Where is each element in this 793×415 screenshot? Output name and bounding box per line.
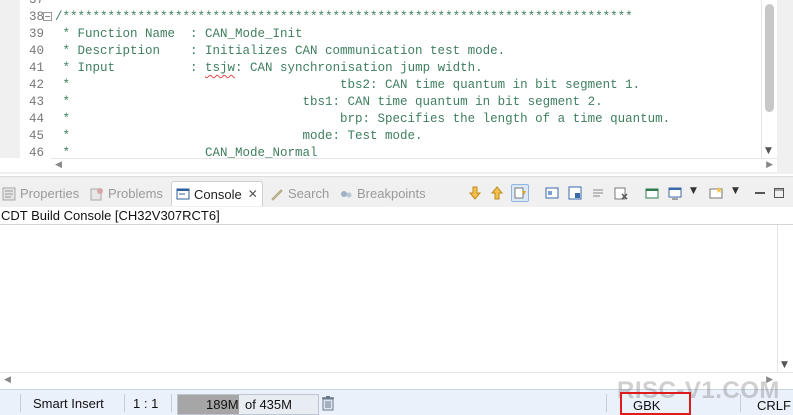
pin-console-icon[interactable] (543, 184, 561, 202)
console-icon (176, 187, 190, 201)
properties-icon (2, 187, 16, 201)
breakpoints-icon (339, 187, 353, 201)
problems-icon (90, 187, 104, 201)
heap-used-label: 189M (206, 397, 239, 412)
clear-console-icon[interactable] (566, 184, 584, 202)
line-number-ruler: 37 38 39 40 41 42 43 44 45 46 (20, 0, 50, 158)
line-number: 41 (28, 61, 44, 75)
code-line: * Description : Initializes CAN communic… (55, 44, 506, 58)
divider (20, 394, 21, 412)
tab-breakpoints[interactable]: Breakpoints (339, 181, 426, 206)
divider (124, 394, 125, 412)
tab-label: Properties (20, 186, 80, 201)
line-number: 45 (28, 129, 44, 143)
new-console-icon[interactable] (707, 184, 725, 202)
console-vertical-scrollbar[interactable]: ▼ (777, 225, 793, 372)
line-number: 40 (28, 44, 44, 58)
scroll-right-arrow-icon[interactable]: ▶ (766, 160, 773, 170)
line-number: 43 (28, 95, 44, 109)
remove-launch-icon[interactable] (612, 184, 630, 202)
display-console-icon[interactable] (666, 184, 684, 202)
previous-output-icon[interactable] (488, 184, 506, 202)
trash-icon (321, 395, 335, 414)
display-console-dropdown-icon[interactable]: ▼ (690, 186, 697, 196)
divider (606, 394, 607, 412)
maximize-icon[interactable] (770, 184, 788, 202)
new-console-dropdown-icon[interactable]: ▼ (732, 186, 739, 196)
spelling-error-word[interactable]: tsjw (205, 61, 235, 75)
tab-problems[interactable]: Problems (90, 181, 163, 206)
code-line: * tbs1: CAN time quantum in bit segment … (55, 95, 603, 109)
code-editor[interactable]: 37 38 39 40 41 42 43 44 45 46 − /*******… (0, 0, 793, 174)
code-line: * brp: Specifies the length of a time qu… (55, 112, 671, 126)
scrollbar-thumb[interactable] (765, 4, 774, 112)
code-text-area[interactable]: /***************************************… (51, 0, 761, 158)
tab-label: Breakpoints (357, 186, 426, 201)
insert-mode-indicator: Smart Insert (33, 396, 104, 411)
cursor-position: 1 : 1 (133, 396, 159, 411)
next-output-icon[interactable] (466, 184, 484, 202)
line-number: 37 (28, 0, 44, 7)
tab-properties[interactable]: Properties (2, 181, 79, 206)
line-number: 42 (28, 78, 44, 92)
scroll-down-arrow-icon[interactable]: ▼ (765, 146, 772, 156)
scroll-left-arrow-icon[interactable]: ◀ (4, 375, 11, 385)
scroll-lock-icon[interactable] (511, 184, 529, 202)
editor-vertical-scrollbar[interactable]: ▼ (761, 0, 777, 158)
tab-label: Console (194, 186, 242, 202)
code-line: * Function Name : CAN_Mode_Init (55, 27, 303, 41)
code-line: * tbs2: CAN time quantum in bit segment … (55, 78, 641, 92)
search-icon (270, 187, 284, 201)
word-wrap-icon[interactable] (589, 184, 607, 202)
line-number: 39 (28, 27, 44, 41)
line-number: 46 (28, 146, 44, 158)
editor-horizontal-scrollbar[interactable]: ◀ ▶ (51, 158, 777, 172)
divider (0, 172, 793, 174)
line-number: 38 (28, 10, 44, 24)
code-line: /***************************************… (55, 10, 633, 24)
divider (171, 394, 172, 412)
heap-total-label: of 435M (245, 397, 292, 412)
heap-status[interactable]: 189M of 435M (177, 394, 319, 415)
tab-console[interactable]: Console ✕ (171, 181, 263, 206)
console-title: CDT Build Console [CH32V307RCT6] (0, 207, 793, 225)
tab-label: Problems (108, 186, 163, 201)
scroll-down-arrow-icon[interactable]: ▼ (781, 360, 788, 370)
tab-label: Search (288, 186, 330, 201)
scroll-left-arrow-icon[interactable]: ◀ (55, 160, 62, 170)
file-encoding[interactable]: GBK (633, 398, 660, 413)
close-icon[interactable]: ✕ (248, 187, 258, 201)
run-garbage-collector-button[interactable] (319, 394, 337, 415)
overview-ruler (777, 0, 793, 174)
open-console-icon[interactable] (643, 184, 661, 202)
code-line: * CAN_Mode_Normal (55, 146, 318, 158)
line-delimiter[interactable]: CRLF (757, 398, 791, 413)
code-line: * Input : tsjw: CAN synchronisation jump… (55, 61, 483, 75)
code-line: * mode: Test mode. (55, 129, 423, 143)
editor-gutter (0, 0, 20, 158)
line-number: 44 (28, 112, 44, 126)
minimize-icon[interactable] (751, 184, 769, 202)
console-output-area[interactable] (0, 225, 777, 372)
tab-search[interactable]: Search (270, 181, 329, 206)
